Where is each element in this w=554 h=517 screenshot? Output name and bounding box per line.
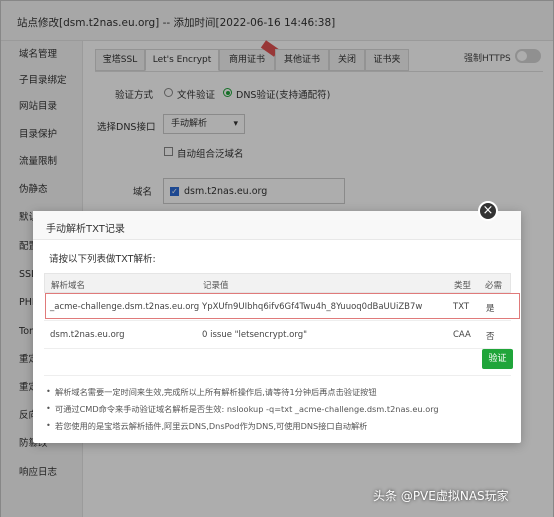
record-value: 0 issue "letsencrypt.org" [202,330,308,340]
note-item: 解析域名需要一定时间来生效,完成所以上所有解析操作后,请等待1分钟后再点击验证按… [46,386,377,398]
close-icon[interactable]: × [478,201,498,221]
column-header-value: 记录值 [203,281,229,291]
record-required: 否 [486,332,495,342]
record-type: CAA [453,330,471,340]
column-header-type: 类型 [454,281,472,291]
dialog-header: 手动解析TXT记录 [33,211,521,240]
dialog-title: 手动解析TXT记录 [46,224,125,235]
txt-record-dialog: 手动解析TXT记录 请按以下列表做TXT解析: 解析域名 记录值 类型 必需 _… [33,211,521,443]
note-item: 若您使用的是宝塔云解析插件,阿里云DNS,DnsPod作为DNS,可使用DNS接… [46,420,367,432]
notes-divider [44,375,511,376]
table-row: dsm.t2nas.eu.org 0 issue "letsencrypt.or… [44,321,511,349]
table-header: 解析域名 记录值 类型 必需 [44,273,511,293]
watermark: 头条 @PVE虚拟NAS玩家 [373,489,509,503]
dialog-intro: 请按以下列表做TXT解析: [49,254,156,265]
column-header-domain: 解析域名 [51,281,86,291]
highlight-box [45,293,520,319]
note-item: 可通过CMD命令来手动验证域名解析是否生效: nslookup -q=txt _… [46,403,439,415]
verify-button[interactable]: 验证 [482,349,513,369]
record-domain: dsm.t2nas.eu.org [50,330,125,340]
column-header-required: 必需 [485,281,503,291]
